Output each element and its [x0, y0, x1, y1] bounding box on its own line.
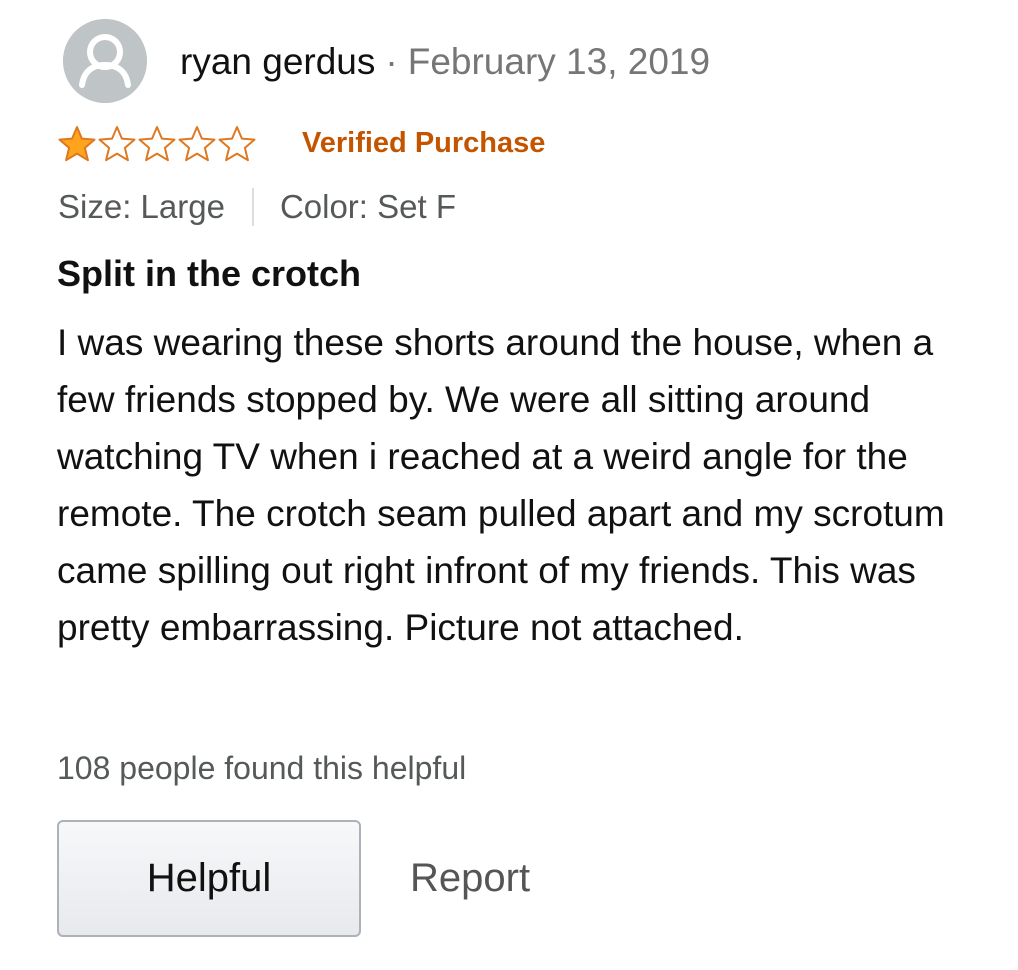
- review-date: February 13, 2019: [407, 41, 711, 82]
- report-link[interactable]: Report: [410, 852, 530, 904]
- verified-purchase-badge: Verified Purchase: [302, 127, 546, 159]
- star-empty-icon: [98, 126, 136, 162]
- helpful-count: 108 people found this helpful: [57, 750, 467, 786]
- star-filled-icon: [58, 126, 96, 162]
- variant-divider: [251, 188, 254, 226]
- star-empty-icon: [218, 126, 256, 162]
- author-name[interactable]: ryan gerdus: [180, 41, 375, 82]
- user-avatar-icon[interactable]: [63, 19, 147, 103]
- author-date-separator: ·: [385, 41, 398, 82]
- review-card: ryan gerdus · February 13, 2019 Verified P…: [0, 0, 1018, 970]
- review-body: I was wearing these shorts around the ho…: [57, 322, 945, 648]
- product-variant-info: Size: Large Color: Set F: [58, 186, 456, 228]
- review-title: Split in the crotch: [57, 253, 362, 294]
- variant-color: Color: Set F: [279, 188, 456, 225]
- review-author-line: ryan gerdus · February 13, 2019: [180, 38, 710, 86]
- star-empty-icon: [138, 126, 176, 162]
- star-empty-icon: [178, 126, 216, 162]
- helpful-button[interactable]: Helpful: [57, 820, 361, 937]
- star-rating: [57, 124, 257, 164]
- variant-size: Size: Large: [58, 188, 225, 225]
